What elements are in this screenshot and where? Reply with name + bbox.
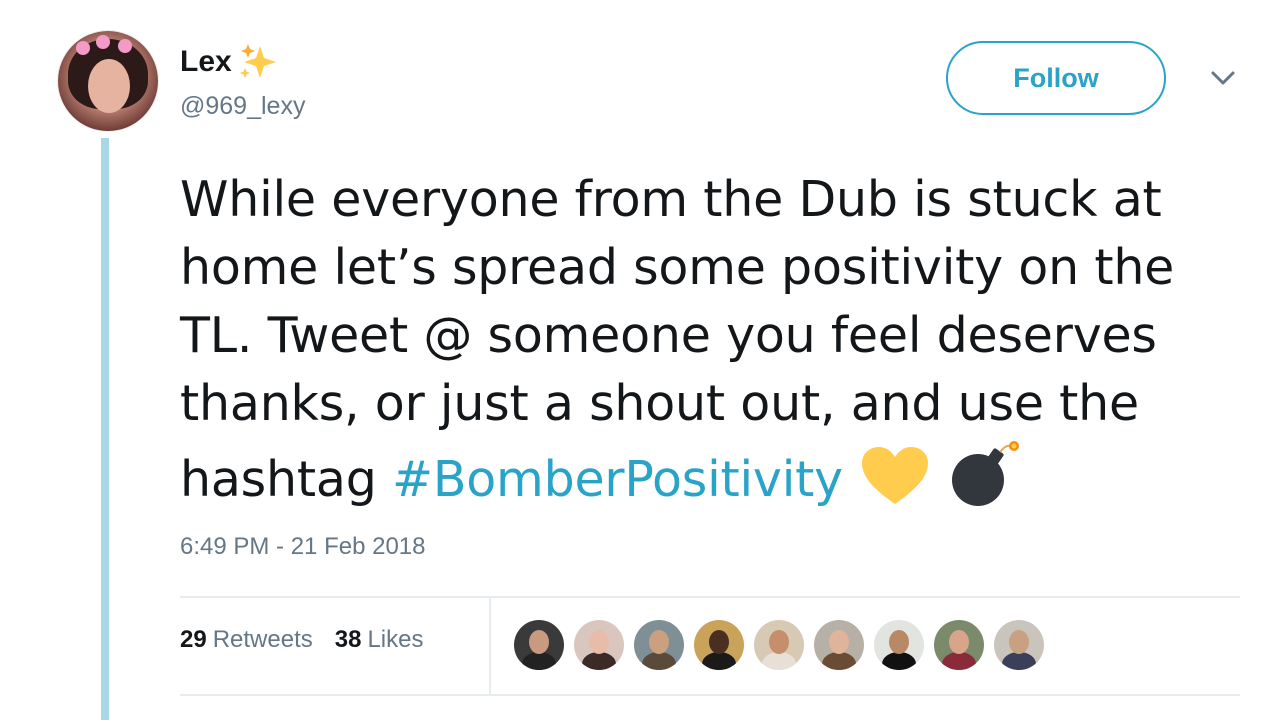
liker-avatar-head	[649, 630, 669, 654]
divider	[180, 694, 1240, 696]
liker-avatar[interactable]	[814, 620, 864, 670]
display-name-row[interactable]: Lex	[180, 40, 280, 84]
divider	[180, 596, 1240, 598]
likes-stat[interactable]: 38 Likes	[335, 626, 424, 654]
likes-label: Likes	[367, 626, 424, 653]
tweet-text: While everyone from the Dub is stuck at …	[180, 166, 1260, 514]
hashtag-link[interactable]: #BomberPositivity	[392, 451, 843, 508]
liker-avatar-head	[829, 630, 849, 654]
tweet-text-prefix: hashtag	[180, 451, 392, 508]
liker-avatar[interactable]	[694, 620, 744, 670]
tweet-card: Lex @969_lexy Follow While everyone from…	[0, 0, 1280, 720]
liker-avatar-head	[709, 630, 729, 654]
liker-avatar-body	[522, 652, 556, 670]
liker-avatar-body	[822, 652, 856, 670]
tweet-text-line: home let’s spread some positivity on the	[180, 239, 1175, 296]
liker-avatar[interactable]	[634, 620, 684, 670]
avatar[interactable]	[58, 31, 158, 131]
liker-avatar-head	[769, 630, 789, 654]
liker-avatar-body	[882, 652, 916, 670]
bomb-icon	[951, 441, 1019, 506]
yellow-heart-icon	[862, 447, 929, 504]
liker-avatar-head	[889, 630, 909, 654]
liker-avatar-body	[942, 652, 976, 670]
liker-avatar-body	[1002, 652, 1036, 670]
liker-avatar-body	[762, 652, 796, 670]
liker-avatar-head	[589, 630, 609, 654]
liker-avatars	[514, 620, 1044, 670]
heart-decoration-icon	[96, 35, 110, 49]
heart-decoration-icon	[76, 41, 90, 55]
tweet-text-line: TL. Tweet @ someone you feel deserves	[180, 307, 1157, 364]
follow-button[interactable]: Follow	[946, 41, 1166, 115]
stats-divider	[489, 598, 491, 694]
retweets-label: Retweets	[212, 626, 313, 653]
liker-avatar[interactable]	[754, 620, 804, 670]
liker-avatar-head	[529, 630, 549, 654]
thread-line	[101, 138, 109, 720]
liker-avatar[interactable]	[994, 620, 1044, 670]
tweet-text-line: While everyone from the Dub is stuck at	[180, 171, 1162, 228]
chevron-down-icon[interactable]	[1208, 66, 1238, 90]
display-name[interactable]: Lex	[180, 45, 232, 79]
likes-count: 38	[334, 626, 362, 653]
liker-avatar-body	[582, 652, 616, 670]
liker-avatar[interactable]	[934, 620, 984, 670]
liker-avatar[interactable]	[874, 620, 924, 670]
retweets-count: 29	[180, 626, 207, 653]
avatar-face	[88, 59, 130, 113]
tweet-stats: 29 Retweets 38 Likes	[180, 626, 423, 654]
liker-avatar-body	[702, 652, 736, 670]
retweets-stat[interactable]: 29 Retweets	[180, 626, 313, 654]
tweet-text-line-last: hashtag #BomberPositivity	[180, 438, 1260, 514]
heart-decoration-icon	[118, 39, 132, 53]
user-handle[interactable]: @969_lexy	[180, 92, 305, 121]
liker-avatar[interactable]	[514, 620, 564, 670]
tweet-timestamp[interactable]: 6:49 PM - 21 Feb 2018	[180, 533, 425, 561]
liker-avatar[interactable]	[574, 620, 624, 670]
liker-avatar-body	[642, 652, 676, 670]
liker-avatar-head	[1009, 630, 1029, 654]
sparkles-icon	[239, 44, 276, 78]
tweet-text-line: thanks, or just a shout out, and use the	[180, 375, 1139, 432]
liker-avatar-head	[949, 630, 969, 654]
